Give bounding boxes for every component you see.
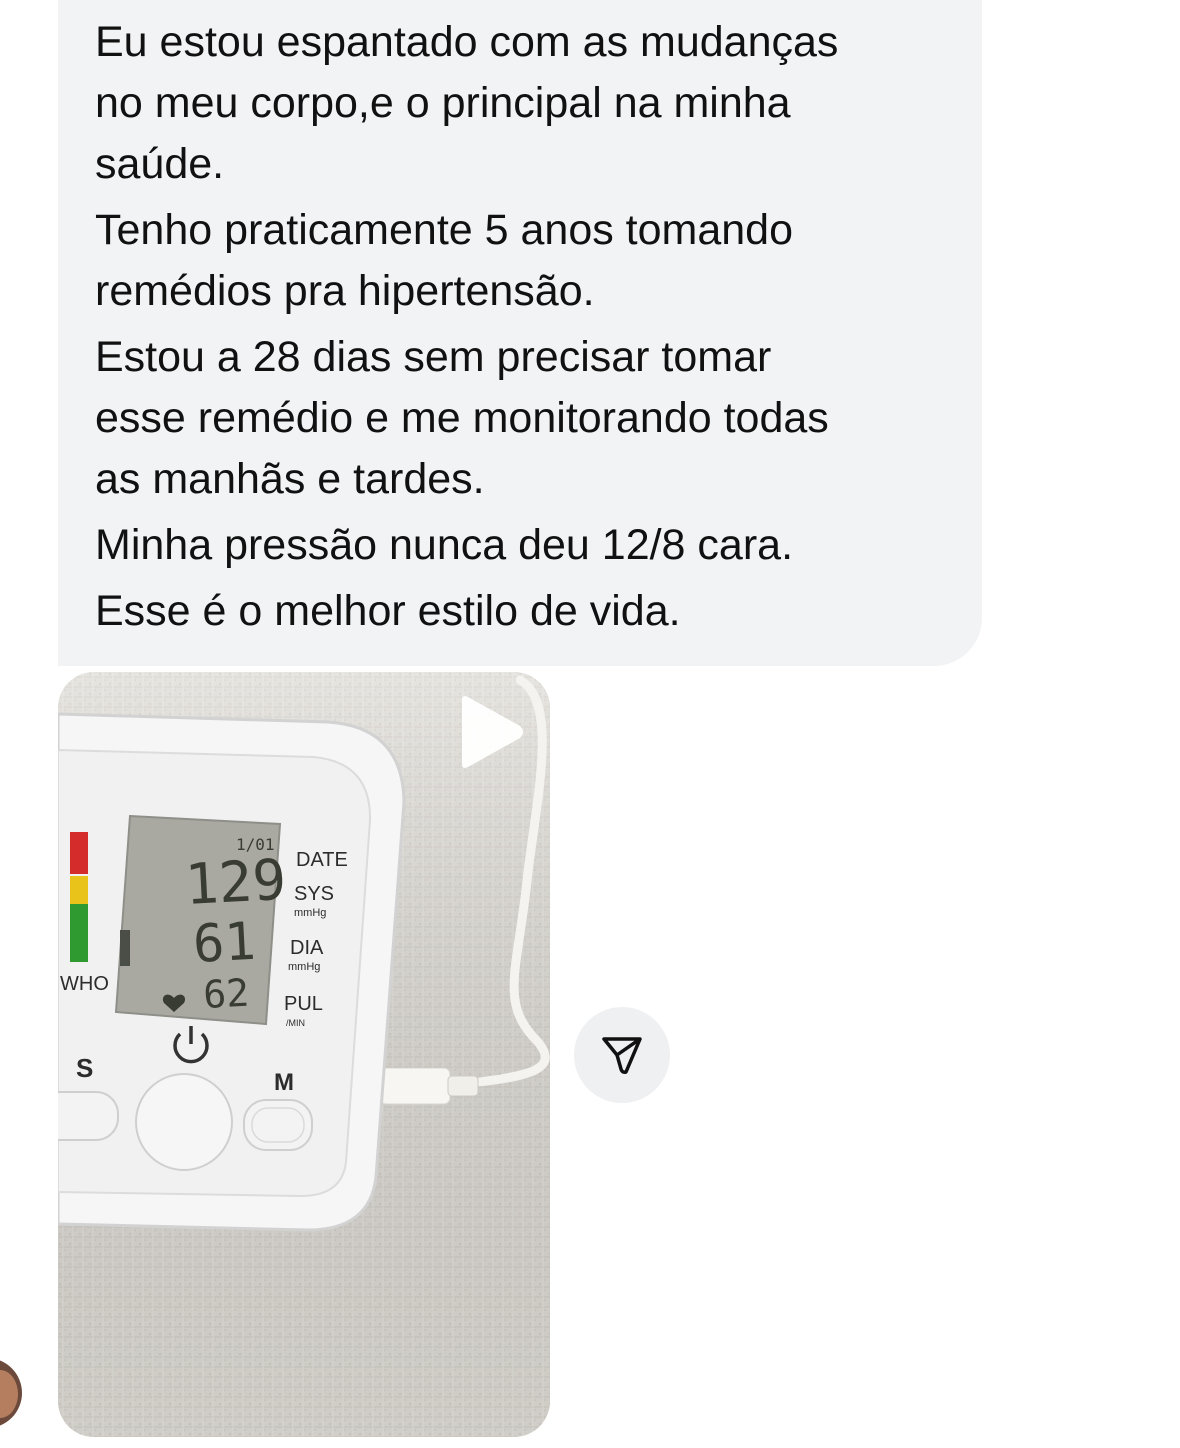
s-button-label: S <box>76 1053 93 1083</box>
who-label: WHO <box>60 973 109 995</box>
date-label: DATE <box>296 849 348 871</box>
message-line: Minha pressão nunca deu 12/8 cara. <box>95 521 794 569</box>
pul-unit: /MIN <box>286 1018 305 1028</box>
indicator-green <box>70 904 88 962</box>
chat-view: Eu estou espantado com as mudanças no me… <box>0 0 1180 1448</box>
share-button[interactable] <box>574 1007 670 1103</box>
avatar[interactable] <box>0 1358 22 1428</box>
video-thumbnail[interactable]: WHO 1/01 129 61 62 DATE SYS mmHg DIA mmH… <box>58 672 550 1437</box>
message-paragraph: Estou a 28 dias sem precisar tomar esse … <box>95 327 952 510</box>
pul-label: PUL <box>284 993 323 1015</box>
dia-label: DIA <box>290 937 324 959</box>
dia-unit: mmHg <box>288 961 320 973</box>
message-line: no meu corpo,e o principal na minha <box>95 79 791 127</box>
message-line: Eu estou espantado com as mudanças <box>95 18 839 66</box>
indicator-red <box>70 832 88 874</box>
message-line: Tenho praticamente 5 anos tomando <box>95 206 794 254</box>
send-arrow-icon <box>602 1037 642 1074</box>
message-paragraph: Tenho praticamente 5 anos tomando remédi… <box>95 200 952 322</box>
sys-reading: 129 <box>183 848 287 918</box>
message-line: esse remédio e me monitorando todas <box>95 394 829 442</box>
message-line: remédios pra hipertensão. <box>95 267 595 315</box>
sys-label: SYS <box>294 883 334 905</box>
indicator-yellow <box>70 876 88 904</box>
dia-reading: 61 <box>192 912 258 975</box>
message-line: as manhãs e tardes. <box>95 455 485 503</box>
sys-unit: mmHg <box>294 907 326 919</box>
message-paragraph: Esse é o melhor estilo de vida. <box>95 581 952 642</box>
message-paragraph: Eu estou espantado com as mudanças no me… <box>95 12 952 195</box>
play-icon[interactable] <box>452 694 528 770</box>
message-paragraph: Minha pressão nunca deu 12/8 cara. <box>95 515 952 576</box>
message-line: Estou a 28 dias sem precisar tomar <box>95 333 772 381</box>
message-line: saúde. <box>95 140 225 188</box>
blood-pressure-monitor-photo: WHO 1/01 129 61 62 DATE SYS mmHg DIA mmH… <box>58 672 550 1437</box>
message-bubble[interactable]: Eu estou espantado com as mudanças no me… <box>58 0 982 666</box>
pulse-reading: 62 <box>202 971 250 1017</box>
message-line: Esse é o melhor estilo de vida. <box>95 587 681 635</box>
m-button-label: M <box>274 1069 294 1096</box>
